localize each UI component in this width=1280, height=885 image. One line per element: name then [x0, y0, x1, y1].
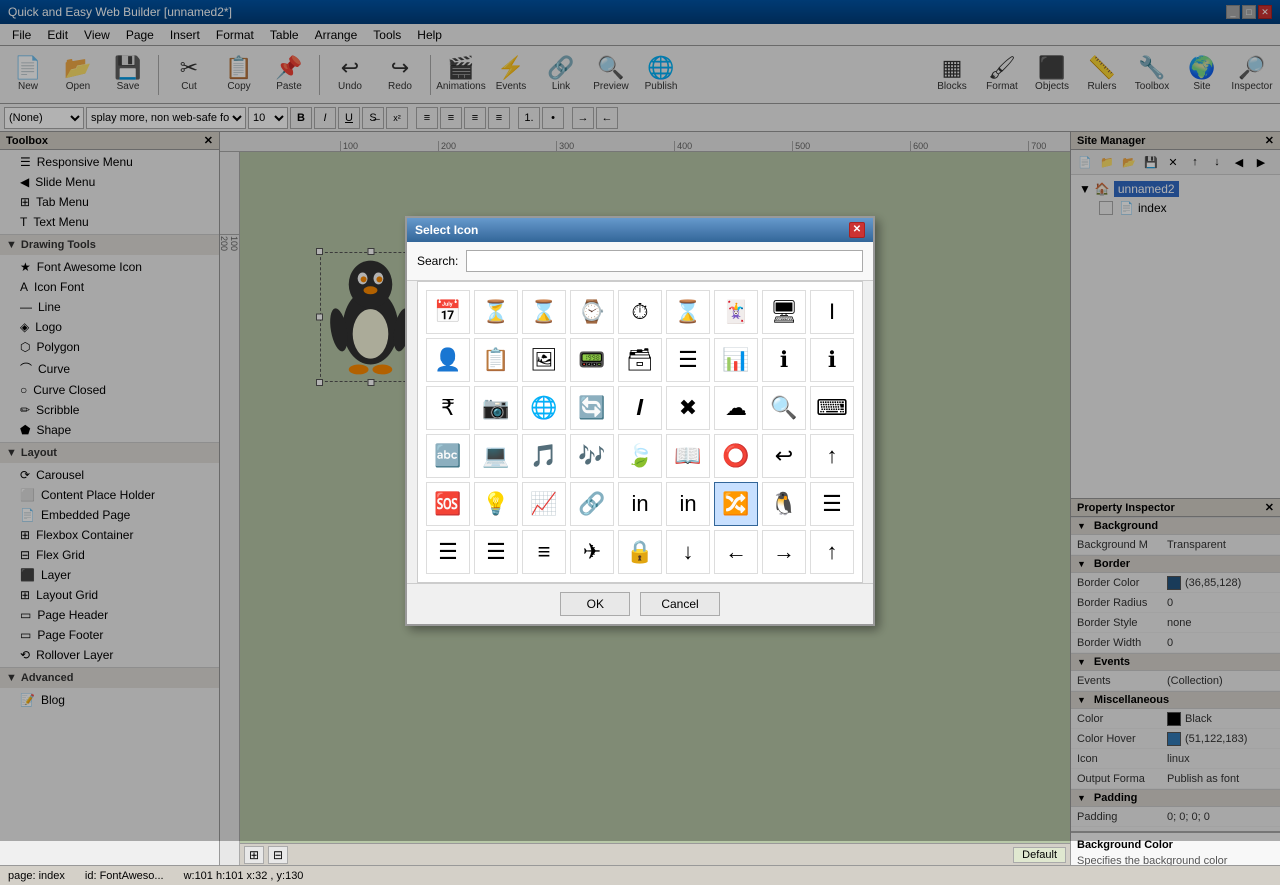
icon-cell-20[interactable]: 🌐: [522, 386, 566, 430]
icon-cell-39[interactable]: 🔗: [570, 482, 614, 526]
icon-cell-21[interactable]: 🔄: [570, 386, 614, 430]
icon-cell-6[interactable]: 🃏: [714, 290, 758, 334]
icon-grid-container[interactable]: 📅⏳⌛⌚⏱⌛🃏🖥I👤📋🖼📟🗃☰📊ℹℹ₹📷🌐🔄𝑰✖☁🔍⌨🔤💻🎵🎶🍃📖⭕↩↑🆘💡📈🔗…: [417, 281, 863, 583]
icon-cell-37[interactable]: 💡: [474, 482, 518, 526]
dialog-buttons: OK Cancel: [407, 583, 873, 624]
canvas-tool-2[interactable]: ⊟: [268, 846, 288, 864]
icon-cell-40[interactable]: in: [618, 482, 662, 526]
icon-cell-27[interactable]: 🔤: [426, 434, 470, 478]
icon-cell-35[interactable]: ↑: [810, 434, 854, 478]
icon-cell-45[interactable]: ☰: [426, 530, 470, 574]
icon-cell-34[interactable]: ↩: [762, 434, 806, 478]
statusbar: page: index id: FontAweso... w:101 h:101…: [0, 865, 1280, 885]
icon-cell-18[interactable]: ₹: [426, 386, 470, 430]
canvas-tool-1[interactable]: ⊞: [244, 846, 264, 864]
icon-cell-48[interactable]: ✈: [570, 530, 614, 574]
icon-cell-24[interactable]: ☁: [714, 386, 758, 430]
cancel-button[interactable]: Cancel: [640, 592, 719, 616]
icon-cell-7[interactable]: 🖥: [762, 290, 806, 334]
icon-cell-49[interactable]: 🔒: [618, 530, 662, 574]
icon-cell-13[interactable]: 🗃: [618, 338, 662, 382]
statusbar-page: page: index: [8, 870, 65, 882]
dialog-title: Select Icon: [415, 223, 478, 237]
icon-cell-33[interactable]: ⭕: [714, 434, 758, 478]
select-icon-dialog: Select Icon ✕ Search: 📅⏳⌛⌚⏱⌛🃏🖥I👤📋🖼📟🗃☰📊ℹℹ…: [405, 216, 875, 626]
icon-cell-3[interactable]: ⌚: [570, 290, 614, 334]
icon-cell-29[interactable]: 🎵: [522, 434, 566, 478]
icon-cell-8[interactable]: I: [810, 290, 854, 334]
icon-cell-28[interactable]: 💻: [474, 434, 518, 478]
dialog-close-button[interactable]: ✕: [849, 222, 865, 238]
icon-cell-12[interactable]: 📟: [570, 338, 614, 382]
icon-cell-17[interactable]: ℹ: [810, 338, 854, 382]
icon-cell-11[interactable]: 🖼: [522, 338, 566, 382]
search-input[interactable]: [466, 250, 863, 272]
icon-cell-15[interactable]: 📊: [714, 338, 758, 382]
icon-cell-36[interactable]: 🆘: [426, 482, 470, 526]
icon-cell-42[interactable]: 🔀: [714, 482, 758, 526]
icon-cell-46[interactable]: ☰: [474, 530, 518, 574]
icon-cell-22[interactable]: 𝑰: [618, 386, 662, 430]
icon-cell-25[interactable]: 🔍: [762, 386, 806, 430]
icon-cell-52[interactable]: →: [762, 530, 806, 574]
icon-cell-1[interactable]: ⏳: [474, 290, 518, 334]
statusbar-id: id: FontAweso...: [85, 870, 164, 882]
icon-cell-16[interactable]: ℹ: [762, 338, 806, 382]
icon-cell-32[interactable]: 📖: [666, 434, 710, 478]
icon-cell-2[interactable]: ⌛: [522, 290, 566, 334]
icon-cell-4[interactable]: ⏱: [618, 290, 662, 334]
dialog-search-area: Search:: [407, 242, 873, 281]
icon-cell-38[interactable]: 📈: [522, 482, 566, 526]
icon-cell-5[interactable]: ⌛: [666, 290, 710, 334]
search-label: Search:: [417, 254, 458, 268]
prop-help-text: Specifies the background color: [1077, 855, 1274, 865]
statusbar-dimensions: w:101 h:101 x:32 , y:130: [184, 870, 304, 882]
icon-grid: 📅⏳⌛⌚⏱⌛🃏🖥I👤📋🖼📟🗃☰📊ℹℹ₹📷🌐🔄𝑰✖☁🔍⌨🔤💻🎵🎶🍃📖⭕↩↑🆘💡📈🔗…: [426, 290, 854, 574]
icon-cell-9[interactable]: 👤: [426, 338, 470, 382]
icon-cell-47[interactable]: ≡: [522, 530, 566, 574]
icon-cell-41[interactable]: in: [666, 482, 710, 526]
icon-cell-23[interactable]: ✖: [666, 386, 710, 430]
icon-cell-14[interactable]: ☰: [666, 338, 710, 382]
icon-cell-31[interactable]: 🍃: [618, 434, 662, 478]
icon-cell-44[interactable]: ☰: [810, 482, 854, 526]
icon-cell-53[interactable]: ↑: [810, 530, 854, 574]
icon-cell-51[interactable]: ←: [714, 530, 758, 574]
icon-cell-50[interactable]: ↓: [666, 530, 710, 574]
default-button[interactable]: Default: [1013, 847, 1066, 863]
icon-cell-10[interactable]: 📋: [474, 338, 518, 382]
icon-cell-26[interactable]: ⌨: [810, 386, 854, 430]
icon-cell-0[interactable]: 📅: [426, 290, 470, 334]
icon-cell-43[interactable]: 🐧: [762, 482, 806, 526]
dialog-titlebar: Select Icon ✕: [407, 218, 873, 242]
modal-overlay: Select Icon ✕ Search: 📅⏳⌛⌚⏱⌛🃏🖥I👤📋🖼📟🗃☰📊ℹℹ…: [0, 0, 1280, 841]
ok-button[interactable]: OK: [560, 592, 630, 616]
icon-cell-30[interactable]: 🎶: [570, 434, 614, 478]
icon-cell-19[interactable]: 📷: [474, 386, 518, 430]
